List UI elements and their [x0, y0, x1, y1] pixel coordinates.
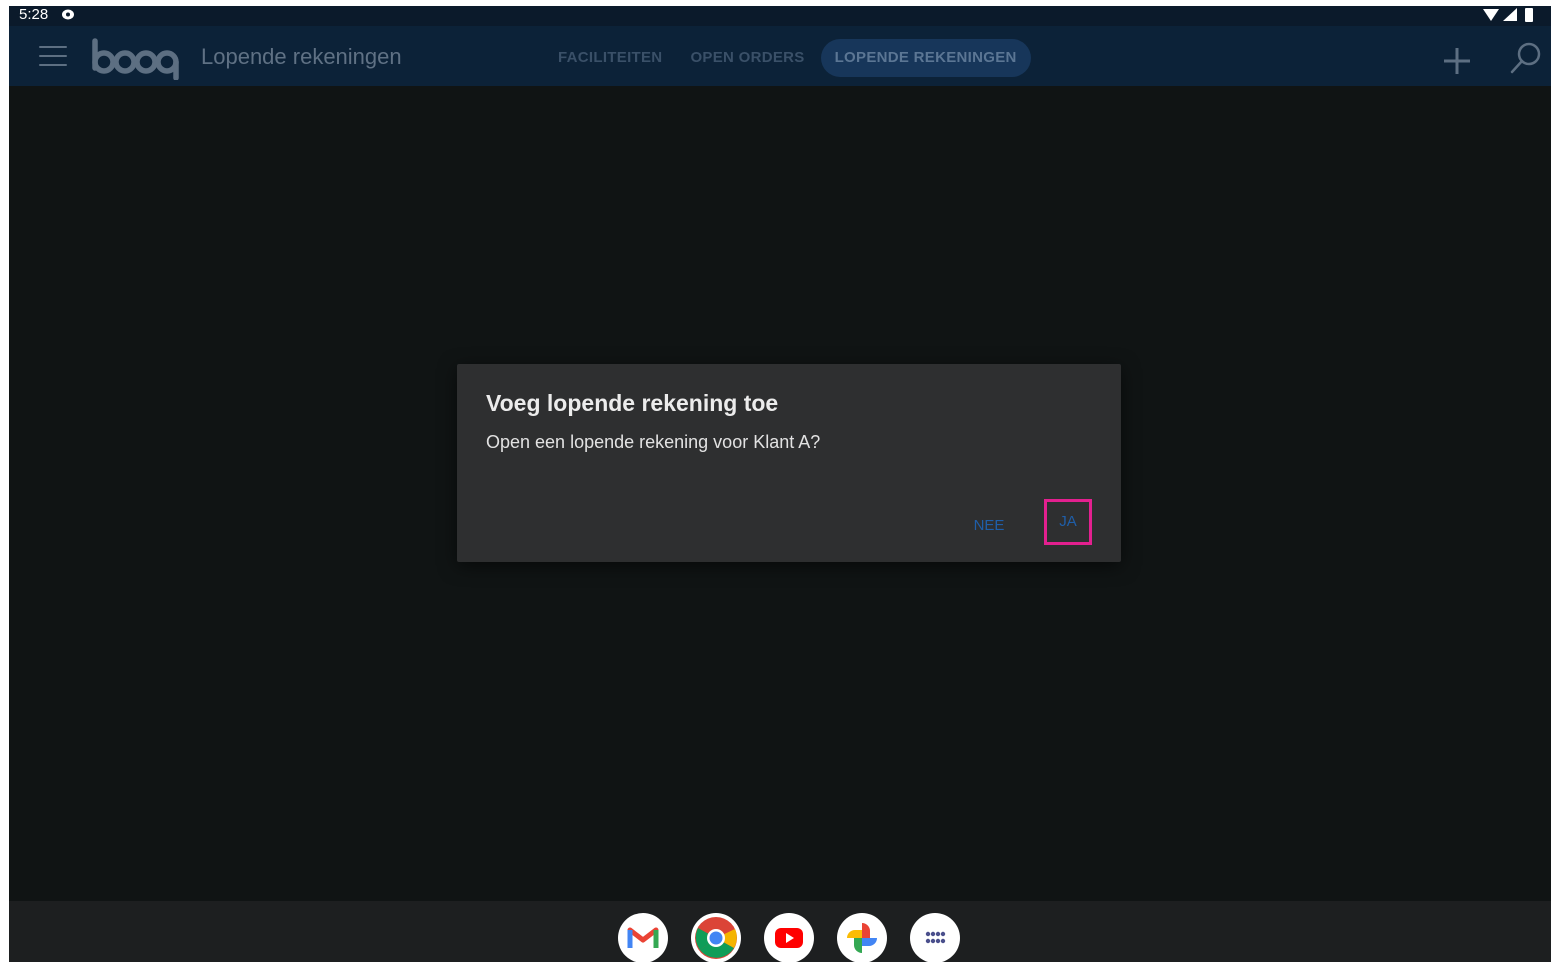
dialog-title: Voeg lopende rekening toe: [486, 390, 779, 416]
device-screen: 5:28 Lopende rekeningen FACILITEITEN OPE…: [9, 6, 1551, 962]
battery-icon: [1525, 8, 1533, 22]
photos-icon[interactable]: [837, 913, 887, 962]
yes-button[interactable]: JA: [1044, 499, 1092, 545]
no-button[interactable]: NEE: [962, 506, 1016, 546]
signal-icon: [1503, 8, 1517, 21]
chrome-icon[interactable]: [691, 913, 741, 962]
dialog-message: Open een lopende rekening voor Klant A?: [486, 432, 821, 452]
notification-bubble-icon: [62, 9, 74, 20]
status-bar: 5:28: [9, 6, 1551, 26]
tab-faciliteiten[interactable]: FACILITEITEN: [544, 39, 676, 77]
search-icon[interactable]: [1509, 41, 1543, 75]
taskbar-dock: [9, 901, 1551, 962]
status-time: 5:28: [19, 6, 49, 23]
app-bar: Lopende rekeningen FACILITEITEN OPEN ORD…: [9, 26, 1551, 86]
tab-open-orders[interactable]: OPEN ORDERS: [676, 39, 818, 77]
tab-bar: FACILITEITEN OPEN ORDERS LOPENDE REKENIN…: [544, 39, 1031, 77]
gmail-icon[interactable]: [618, 913, 668, 962]
page-title: Lopende rekeningen: [201, 44, 402, 69]
system-status-icons: [1483, 8, 1533, 22]
plus-icon[interactable]: [1441, 45, 1473, 77]
app-drawer-icon[interactable]: [910, 913, 960, 962]
tab-lopende-rekeningen[interactable]: LOPENDE REKENINGEN: [820, 39, 1031, 77]
youtube-icon[interactable]: [764, 913, 814, 962]
confirm-dialog: Voeg lopende rekening toe Open een lopen…: [457, 364, 1121, 562]
menu-icon[interactable]: [39, 46, 67, 68]
wifi-icon: [1483, 9, 1499, 21]
booq-logo: [92, 38, 179, 80]
